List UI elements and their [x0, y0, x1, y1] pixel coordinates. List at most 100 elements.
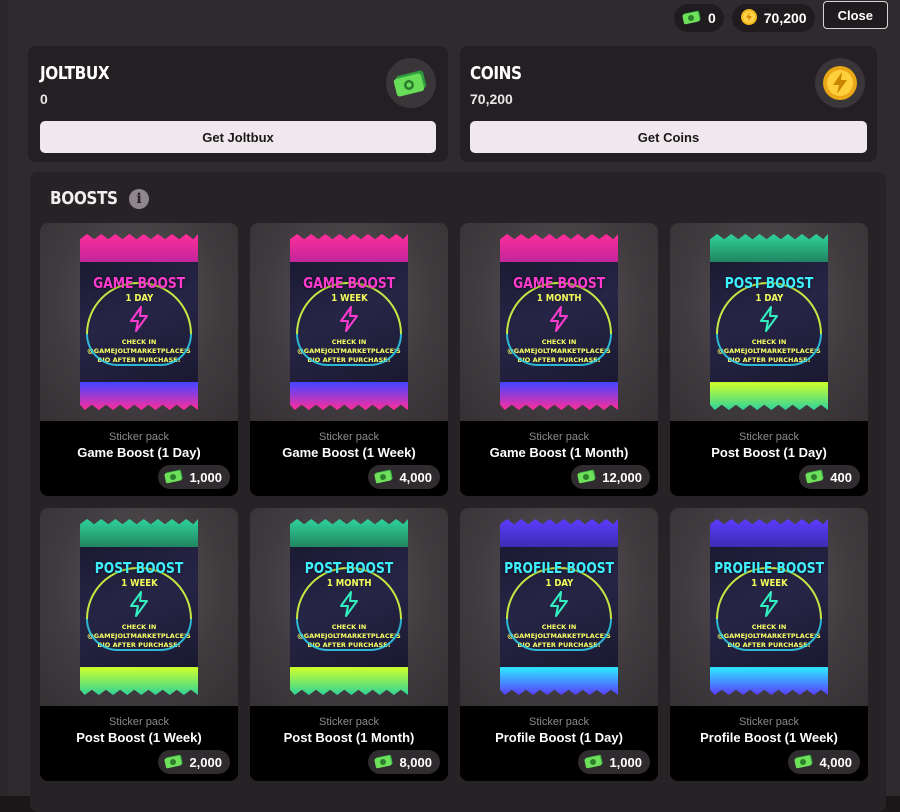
- joltbux-icon: [584, 753, 604, 772]
- joltbux-icon: [374, 753, 394, 772]
- sticker-pack-image: GAME BOOST 1 MONTH CHECK IN @GAMEJOLTMARK…: [500, 234, 618, 410]
- product-card[interactable]: GAME BOOST 1 DAY CHECK IN @GAMEJOLTMARKET…: [40, 223, 238, 496]
- product-image: POST BOOST 1 DAY CHECK IN @GAMEJOLTMARKET…: [670, 223, 868, 421]
- sticker-pack-image: POST BOOST 1 MONTH CHECK IN @GAMEJOLTMARK…: [290, 519, 408, 695]
- joltbux-icon: [386, 58, 436, 108]
- product-image: PROFILE BOOST 1 WEEK CHECK IN @GAMEJOLTMA…: [670, 508, 868, 706]
- joltbux-icon: [164, 468, 184, 487]
- info-icon[interactable]: i: [129, 189, 149, 209]
- sticker-pack-image: GAME BOOST 1 DAY CHECK IN @GAMEJOLTMARKET…: [80, 234, 198, 410]
- price-badge: 1,000: [158, 465, 230, 489]
- pack-title: PROFILE BOOST: [504, 559, 614, 577]
- sticker-pack-image: PROFILE BOOST 1 DAY CHECK IN @GAMEJOLTMAR…: [500, 519, 618, 695]
- product-card[interactable]: PROFILE BOOST 1 WEEK CHECK IN @GAMEJOLTMA…: [670, 508, 868, 781]
- product-name: Game Boost (1 Day): [77, 445, 201, 460]
- sticker-pack-image: PROFILE BOOST 1 WEEK CHECK IN @GAMEJOLTMA…: [710, 519, 828, 695]
- product-image: GAME BOOST 1 DAY CHECK IN @GAMEJOLTMARKET…: [40, 223, 238, 421]
- product-card[interactable]: POST BOOST 1 DAY CHECK IN @GAMEJOLTMARKET…: [670, 223, 868, 496]
- product-type: Sticker pack: [529, 716, 589, 728]
- pack-title: GAME BOOST: [302, 274, 396, 292]
- pack-duration: 1 WEEK: [750, 578, 788, 589]
- price-badge: 12,000: [571, 465, 650, 489]
- pack-arc-decoration: [86, 619, 192, 651]
- joltbux-card: JOLTBUX 0 Get Joltbux: [28, 46, 448, 162]
- joltbux-title: JOLTBUX: [40, 63, 110, 84]
- pack-arc-decoration: [296, 619, 402, 651]
- product-card[interactable]: GAME BOOST 1 MONTH CHECK IN @GAMEJOLTMARK…: [460, 223, 658, 496]
- pack-duration: 1 DAY: [755, 293, 783, 304]
- pack-arc-decoration: [716, 619, 822, 651]
- product-image: GAME BOOST 1 MONTH CHECK IN @GAMEJOLTMARK…: [460, 223, 658, 421]
- price-value: 400: [830, 469, 852, 485]
- sticker-pack-image: POST BOOST 1 DAY CHECK IN @GAMEJOLTMARKET…: [710, 234, 828, 410]
- product-type: Sticker pack: [529, 431, 589, 443]
- price-value: 1,000: [189, 469, 222, 485]
- get-coins-button[interactable]: Get Coins: [470, 121, 867, 153]
- product-name: Post Boost (1 Week): [76, 730, 202, 745]
- price-badge: 400: [799, 465, 860, 489]
- price-badge: 8,000: [368, 750, 440, 774]
- product-name: Profile Boost (1 Day): [495, 730, 623, 745]
- pack-title: PROFILE BOOST: [714, 559, 824, 577]
- product-name: Game Boost (1 Week): [282, 445, 416, 460]
- joltbux-icon: [682, 9, 702, 28]
- joltbux-icon: [164, 753, 184, 772]
- price-value: 12,000: [602, 469, 642, 485]
- product-image: PROFILE BOOST 1 DAY CHECK IN @GAMEJOLTMAR…: [460, 508, 658, 706]
- price-value: 8,000: [399, 754, 432, 770]
- product-type: Sticker pack: [109, 431, 169, 443]
- pack-arc-decoration: [86, 334, 192, 366]
- coins-title: COINS: [470, 63, 522, 84]
- product-card[interactable]: PROFILE BOOST 1 DAY CHECK IN @GAMEJOLTMAR…: [460, 508, 658, 781]
- pack-title: GAME BOOST: [512, 274, 606, 292]
- get-joltbux-button[interactable]: Get Joltbux: [40, 121, 436, 153]
- boosts-section: BOOSTS i GAME BOOST 1 DAY CHECK IN @GAMEJ…: [30, 172, 886, 812]
- pack-title: POST BOOST: [304, 559, 394, 577]
- sticker-pack-image: POST BOOST 1 WEEK CHECK IN @GAMEJOLTMARKE…: [80, 519, 198, 695]
- coin-icon: [740, 8, 758, 29]
- pack-title: GAME BOOST: [92, 274, 186, 292]
- sticker-pack-image: GAME BOOST 1 WEEK CHECK IN @GAMEJOLTMARKE…: [290, 234, 408, 410]
- product-image: POST BOOST 1 MONTH CHECK IN @GAMEJOLTMARK…: [250, 508, 448, 706]
- product-card[interactable]: POST BOOST 1 MONTH CHECK IN @GAMEJOLTMARK…: [250, 508, 448, 781]
- product-image: POST BOOST 1 WEEK CHECK IN @GAMEJOLTMARKE…: [40, 508, 238, 706]
- product-card[interactable]: POST BOOST 1 WEEK CHECK IN @GAMEJOLTMARKE…: [40, 508, 238, 781]
- product-image: GAME BOOST 1 WEEK CHECK IN @GAMEJOLTMARKE…: [250, 223, 448, 421]
- pack-duration: 1 WEEK: [120, 578, 158, 589]
- product-name: Post Boost (1 Day): [711, 445, 827, 460]
- price-value: 4,000: [399, 469, 432, 485]
- product-name: Game Boost (1 Month): [489, 445, 629, 460]
- boosts-grid: GAME BOOST 1 DAY CHECK IN @GAMEJOLTMARKET…: [40, 223, 868, 781]
- pack-title: POST BOOST: [94, 559, 184, 577]
- product-type: Sticker pack: [739, 431, 799, 443]
- pack-arc-decoration: [296, 334, 402, 366]
- pack-title: POST BOOST: [724, 274, 814, 292]
- product-name: Profile Boost (1 Week): [700, 730, 838, 745]
- joltbux-icon: [577, 468, 597, 487]
- pack-duration: 1 MONTH: [536, 293, 582, 304]
- price-badge: 4,000: [788, 750, 860, 774]
- joltbux-icon: [794, 753, 814, 772]
- close-button[interactable]: Close: [822, 1, 888, 29]
- product-type: Sticker pack: [319, 431, 379, 443]
- joltbux-icon: [374, 468, 394, 487]
- coin-icon: [815, 58, 865, 108]
- product-type: Sticker pack: [739, 716, 799, 728]
- coins-balance: 70,200: [731, 4, 815, 32]
- pack-duration: 1 DAY: [125, 293, 153, 304]
- currency-topbar: 0 70,200 Close: [673, 1, 888, 32]
- joltbux-balance: 0: [673, 4, 724, 32]
- price-value: 2,000: [189, 754, 222, 770]
- product-name: Post Boost (1 Month): [283, 730, 415, 745]
- joltbux-icon: [805, 468, 825, 487]
- product-card[interactable]: GAME BOOST 1 WEEK CHECK IN @GAMEJOLTMARKE…: [250, 223, 448, 496]
- product-type: Sticker pack: [319, 716, 379, 728]
- pack-arc-decoration: [506, 619, 612, 651]
- price-badge: 1,000: [578, 750, 650, 774]
- pack-duration: 1 DAY: [545, 578, 573, 589]
- coins-balance-value: 70,200: [763, 10, 807, 26]
- joltbux-value: 0: [40, 91, 48, 107]
- boosts-title: BOOSTS: [50, 188, 118, 209]
- coins-value: 70,200: [470, 91, 513, 107]
- shop-modal: 0 70,200 Close JOLTBUX 0 Get Joltbux COI…: [8, 0, 900, 812]
